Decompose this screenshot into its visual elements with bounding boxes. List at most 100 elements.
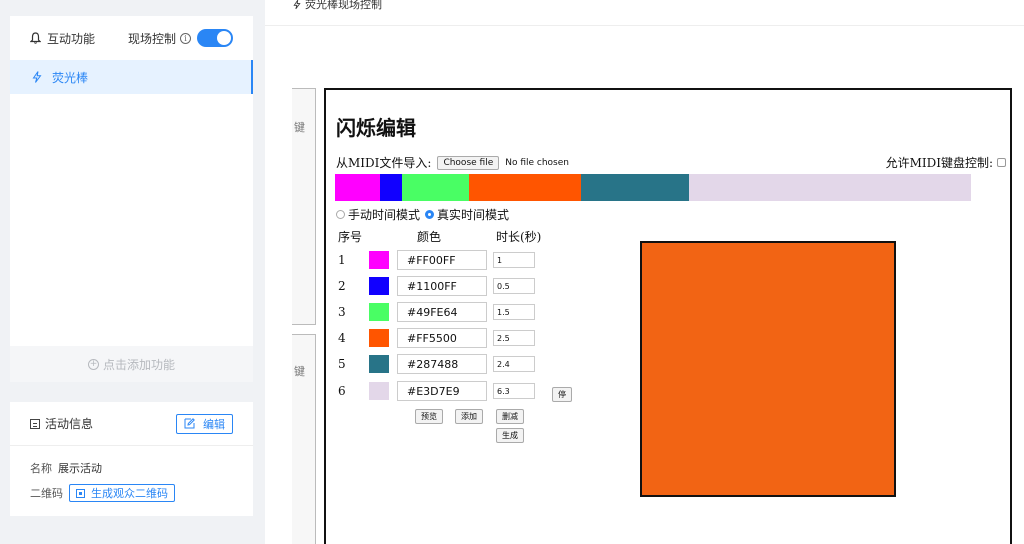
color-preview <box>640 241 896 497</box>
midi-keyboard-checkbox[interactable] <box>997 158 1006 167</box>
row-index: 5 <box>338 357 346 371</box>
color-swatch[interactable] <box>369 251 389 269</box>
color-swatch[interactable] <box>369 382 389 400</box>
color-swatch[interactable] <box>369 277 389 295</box>
realtime-mode-radio[interactable] <box>425 210 435 219</box>
background-panel-1-label: 键 <box>294 121 305 134</box>
time-mode-selector: 手动时间模式 真实时间模式 <box>336 206 509 223</box>
row-index: 2 <box>338 279 346 293</box>
timeline-segment <box>379 174 403 201</box>
timeline-segment <box>402 174 470 201</box>
file-status: No file chosen <box>505 157 569 168</box>
column-header-color: 颜色 <box>417 230 442 244</box>
sidebar: 互动功能 现场控制 i 荧光棒 + 点击添加功能 活动信息 编辑 名称 展示活动… <box>0 0 265 544</box>
duration-input[interactable]: 1 <box>493 252 535 268</box>
function-item-glowstick[interactable]: 荧光棒 <box>10 60 253 94</box>
lightning-icon <box>293 0 301 9</box>
timeline-segment <box>469 174 582 201</box>
column-header-index: 序号 <box>338 230 363 244</box>
generate-qr-button[interactable]: 生成观众二维码 <box>69 484 175 502</box>
realtime-mode-label: 真实时间模式 <box>437 208 510 222</box>
edit-icon <box>184 418 195 429</box>
duration-input[interactable]: 2.5 <box>493 330 535 346</box>
color-swatch[interactable] <box>369 303 389 321</box>
add-button[interactable]: 添加 <box>455 409 483 424</box>
color-hex-input[interactable]: #FF00FF <box>397 250 487 270</box>
background-panel-2: 键 <box>292 334 316 544</box>
stop-button[interactable]: 停 <box>552 387 572 402</box>
preview-button[interactable]: 预览 <box>415 409 443 424</box>
color-hex-input[interactable]: #287488 <box>397 354 487 374</box>
qr-label: 二维码 <box>30 487 63 500</box>
interactive-functions-label: 互动功能 <box>47 31 96 46</box>
add-function-label: 点击添加功能 <box>102 357 175 372</box>
interactive-functions-title: 互动功能 <box>30 30 95 47</box>
editor-title: 闪烁编辑 <box>336 116 416 140</box>
main-content: 荧光棒现场控制 键 键 闪烁编辑 从MIDI文件导入: Choose file … <box>265 0 1024 544</box>
qr-row: 二维码 生成观众二维码 <box>30 484 175 502</box>
generate-button[interactable]: 生成 <box>496 428 524 443</box>
live-control-switch[interactable] <box>197 29 233 47</box>
row-index: 1 <box>338 253 346 267</box>
background-panel-1: 键 <box>292 88 316 325</box>
color-row: 6 #E3D7E9 6.3 <box>338 380 535 402</box>
qr-code-icon <box>76 488 85 498</box>
color-swatch[interactable] <box>369 329 389 347</box>
manual-mode-label: 手动时间模式 <box>348 208 421 222</box>
color-swatch[interactable] <box>369 355 389 373</box>
color-hex-input[interactable]: #FF5500 <box>397 328 487 348</box>
manual-mode-radio[interactable] <box>336 210 345 219</box>
switch-knob <box>217 31 231 45</box>
duration-input[interactable]: 6.3 <box>493 383 535 399</box>
list-icon <box>30 418 40 429</box>
name-label: 名称 <box>30 462 52 475</box>
name-value: 展示活动 <box>58 462 102 475</box>
row-index: 4 <box>338 331 346 345</box>
duration-input[interactable]: 2.4 <box>493 356 535 372</box>
duration-input[interactable]: 0.5 <box>493 278 535 294</box>
midi-import-label: 从MIDI文件导入: <box>336 156 432 170</box>
generate-qr-label: 生成观众二维码 <box>91 487 168 500</box>
midi-keyboard-label: 允许MIDI键盘控制: <box>885 156 993 170</box>
info-icon[interactable]: i <box>180 32 191 44</box>
interactive-functions-card: 互动功能 现场控制 i 荧光棒 + 点击添加功能 <box>10 16 253 382</box>
row-index: 6 <box>338 384 346 398</box>
color-row: 4 #FF5500 2.5 <box>338 327 535 349</box>
color-row: 5 #287488 2.4 <box>338 353 535 375</box>
bell-icon <box>30 32 41 44</box>
plus-circle-icon: + <box>87 358 99 370</box>
color-hex-input[interactable]: #49FE64 <box>397 302 487 322</box>
function-item-label: 荧光棒 <box>52 70 89 85</box>
flash-editor: 闪烁编辑 从MIDI文件导入: Choose file No file chos… <box>324 88 1012 544</box>
column-header-duration: 时长(秒) <box>496 230 542 244</box>
add-function-button[interactable]: + 点击添加功能 <box>10 346 253 382</box>
delete-button[interactable]: 删减 <box>496 409 524 424</box>
background-panel-2-label: 键 <box>294 365 305 378</box>
edit-button[interactable]: 编辑 <box>176 413 233 434</box>
breadcrumb: 荧光棒现场控制 <box>293 0 382 12</box>
activity-info-title: 活动信息 <box>30 415 93 432</box>
edit-label: 编辑 <box>203 417 225 431</box>
activity-info-label: 活动信息 <box>45 417 94 431</box>
interactive-functions-header: 互动功能 现场控制 i <box>10 16 253 60</box>
activity-info-card: 活动信息 编辑 名称 展示活动 二维码 生成观众二维码 <box>10 402 253 516</box>
breadcrumb-label: 荧光棒现场控制 <box>305 0 382 11</box>
live-control: 现场控制 i <box>128 29 233 47</box>
timeline-segment <box>688 174 971 201</box>
color-hex-input[interactable]: #E3D7E9 <box>397 381 487 401</box>
color-row: 2 #1100FF 0.5 <box>338 275 535 297</box>
name-row: 名称 展示活动 <box>30 460 102 476</box>
color-timeline <box>335 174 971 201</box>
timeline-segment <box>335 174 380 201</box>
midi-import: 从MIDI文件导入: Choose file No file chosen <box>336 154 569 171</box>
lightning-icon <box>32 71 42 83</box>
midi-keyboard-control: 允许MIDI键盘控制: <box>886 154 1006 171</box>
live-control-label: 现场控制 <box>127 31 176 46</box>
color-row: 1 #FF00FF 1 <box>338 249 535 271</box>
timeline-segment <box>581 174 689 201</box>
duration-input[interactable]: 1.5 <box>493 304 535 320</box>
choose-file-button[interactable]: Choose file <box>437 155 500 170</box>
color-hex-input[interactable]: #1100FF <box>397 276 487 296</box>
color-row: 3 #49FE64 1.5 <box>338 301 535 323</box>
activity-info-header: 活动信息 编辑 <box>10 402 253 446</box>
